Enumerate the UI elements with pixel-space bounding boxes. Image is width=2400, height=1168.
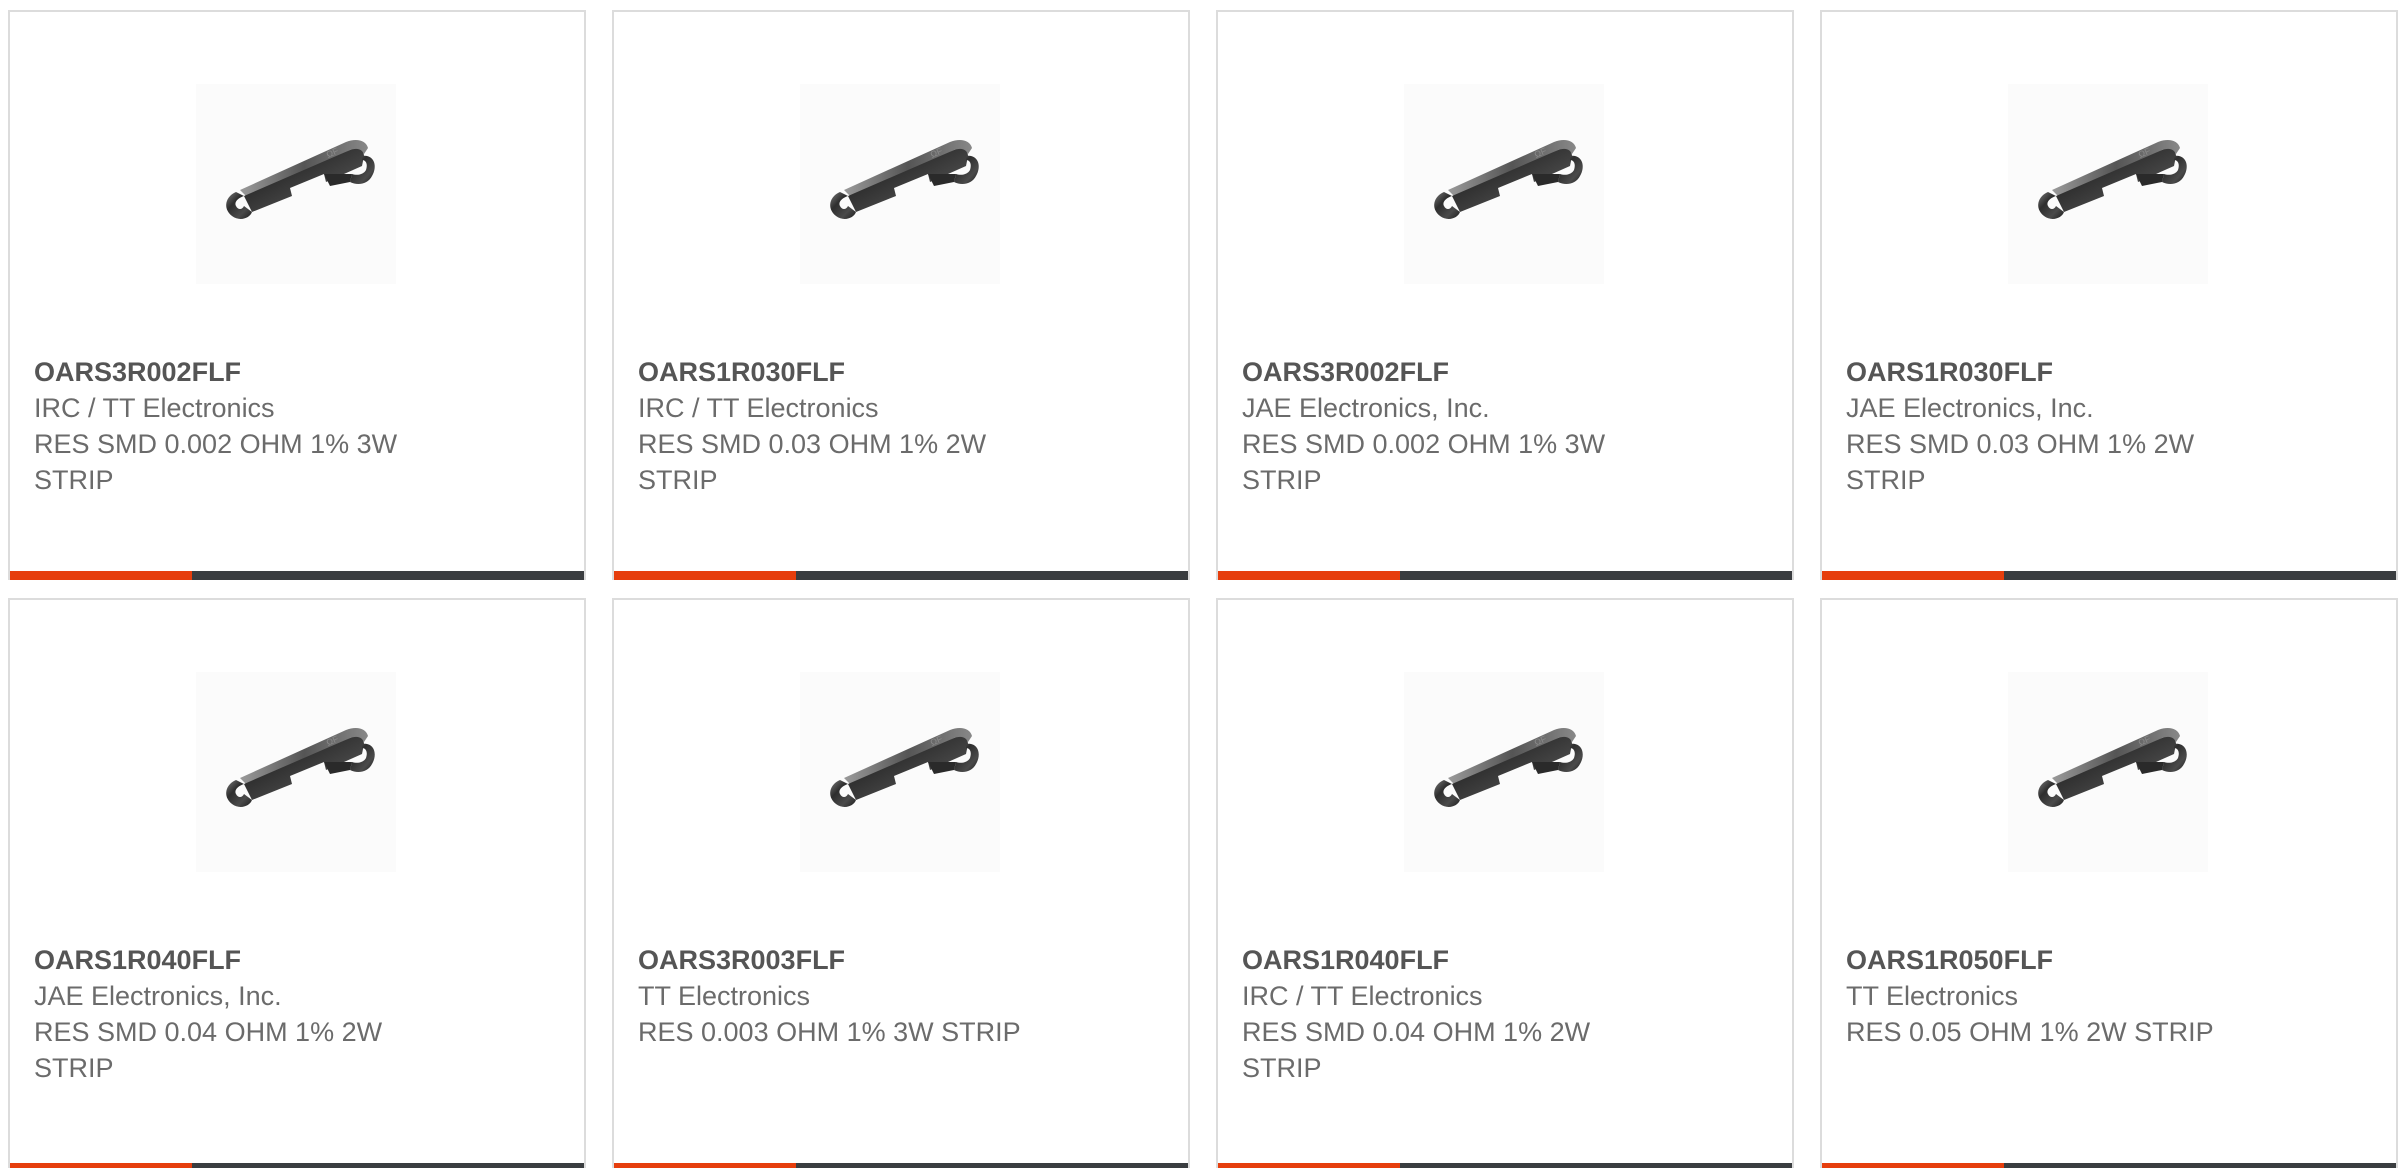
- product-info: OARS1R040FLF IRC / TT Electronics RES SM…: [1242, 942, 1672, 1086]
- part-number[interactable]: OARS1R040FLF: [34, 942, 464, 978]
- resistor-strip-image[interactable]: [2008, 672, 2208, 872]
- resistor-strip-image[interactable]: [2008, 84, 2208, 284]
- card-footer-bar: [1218, 1163, 1792, 1168]
- resistor-strip-image[interactable]: [1404, 672, 1604, 872]
- part-number[interactable]: OARS1R030FLF: [1846, 354, 2276, 390]
- product-info: OARS3R003FLF TT Electronics RES 0.003 OH…: [638, 942, 1068, 1050]
- card-accent-bar: [10, 571, 192, 580]
- resistor-strip-image[interactable]: [800, 84, 1000, 284]
- product-info: OARS1R030FLF JAE Electronics, Inc. RES S…: [1846, 354, 2276, 498]
- manufacturer: TT Electronics: [638, 981, 811, 1011]
- card-accent-bar: [1218, 1163, 1400, 1168]
- product-card[interactable]: OARS3R002FLF IRC / TT Electronics RES SM…: [8, 10, 586, 580]
- card-accent-bar: [1822, 1163, 2004, 1168]
- product-card[interactable]: OARS1R030FLF IRC / TT Electronics RES SM…: [612, 10, 1190, 580]
- manufacturer: JAE Electronics, Inc.: [34, 981, 282, 1011]
- description: RES SMD 0.04 OHM 1% 2W STRIP: [1242, 1017, 1591, 1083]
- card-accent-bar: [614, 571, 796, 580]
- manufacturer: JAE Electronics, Inc.: [1846, 393, 2094, 423]
- product-info: OARS1R040FLF JAE Electronics, Inc. RES S…: [34, 942, 464, 1086]
- product-card[interactable]: OARS1R050FLF TT Electronics RES 0.05 OHM…: [1820, 598, 2398, 1168]
- resistor-strip-image[interactable]: [196, 84, 396, 284]
- part-number[interactable]: OARS1R040FLF: [1242, 942, 1672, 978]
- product-card[interactable]: OARS1R040FLF IRC / TT Electronics RES SM…: [1216, 598, 1794, 1168]
- description: RES 0.05 OHM 1% 2W STRIP: [1846, 1017, 2214, 1047]
- manufacturer: TT Electronics: [1846, 981, 2019, 1011]
- product-grid: OARS3R002FLF IRC / TT Electronics RES SM…: [8, 10, 2398, 1168]
- part-number[interactable]: OARS1R050FLF: [1846, 942, 2276, 978]
- description: RES SMD 0.002 OHM 1% 3W STRIP: [34, 429, 398, 495]
- product-info: OARS3R002FLF IRC / TT Electronics RES SM…: [34, 354, 464, 498]
- manufacturer: IRC / TT Electronics: [34, 393, 275, 423]
- card-accent-bar: [1218, 571, 1400, 580]
- description: RES SMD 0.03 OHM 1% 2W STRIP: [638, 429, 987, 495]
- card-accent-bar: [10, 1163, 192, 1168]
- product-info: OARS1R030FLF IRC / TT Electronics RES SM…: [638, 354, 1068, 498]
- product-card[interactable]: OARS1R030FLF JAE Electronics, Inc. RES S…: [1820, 10, 2398, 580]
- part-number[interactable]: OARS1R030FLF: [638, 354, 1068, 390]
- description: RES SMD 0.002 OHM 1% 3W STRIP: [1242, 429, 1606, 495]
- card-footer-bar: [1822, 571, 2396, 580]
- manufacturer: IRC / TT Electronics: [638, 393, 879, 423]
- product-card[interactable]: OARS1R040FLF JAE Electronics, Inc. RES S…: [8, 598, 586, 1168]
- card-footer-bar: [614, 1163, 1188, 1168]
- description: RES SMD 0.04 OHM 1% 2W STRIP: [34, 1017, 383, 1083]
- resistor-strip-image[interactable]: [1404, 84, 1604, 284]
- card-accent-bar: [614, 1163, 796, 1168]
- card-footer-bar: [10, 571, 584, 580]
- product-card[interactable]: OARS3R002FLF JAE Electronics, Inc. RES S…: [1216, 10, 1794, 580]
- product-info: OARS3R002FLF JAE Electronics, Inc. RES S…: [1242, 354, 1672, 498]
- description: RES SMD 0.03 OHM 1% 2W STRIP: [1846, 429, 2195, 495]
- product-info: OARS1R050FLF TT Electronics RES 0.05 OHM…: [1846, 942, 2276, 1050]
- card-footer-bar: [10, 1163, 584, 1168]
- manufacturer: IRC / TT Electronics: [1242, 981, 1483, 1011]
- description: RES 0.003 OHM 1% 3W STRIP: [638, 1017, 1021, 1047]
- card-footer-bar: [1218, 571, 1792, 580]
- resistor-strip-image[interactable]: [800, 672, 1000, 872]
- part-number[interactable]: OARS3R003FLF: [638, 942, 1068, 978]
- card-footer-bar: [1822, 1163, 2396, 1168]
- card-accent-bar: [1822, 571, 2004, 580]
- part-number[interactable]: OARS3R002FLF: [1242, 354, 1672, 390]
- manufacturer: JAE Electronics, Inc.: [1242, 393, 1490, 423]
- part-number[interactable]: OARS3R002FLF: [34, 354, 464, 390]
- product-card[interactable]: OARS3R003FLF TT Electronics RES 0.003 OH…: [612, 598, 1190, 1168]
- resistor-strip-image[interactable]: [196, 672, 396, 872]
- card-footer-bar: [614, 571, 1188, 580]
